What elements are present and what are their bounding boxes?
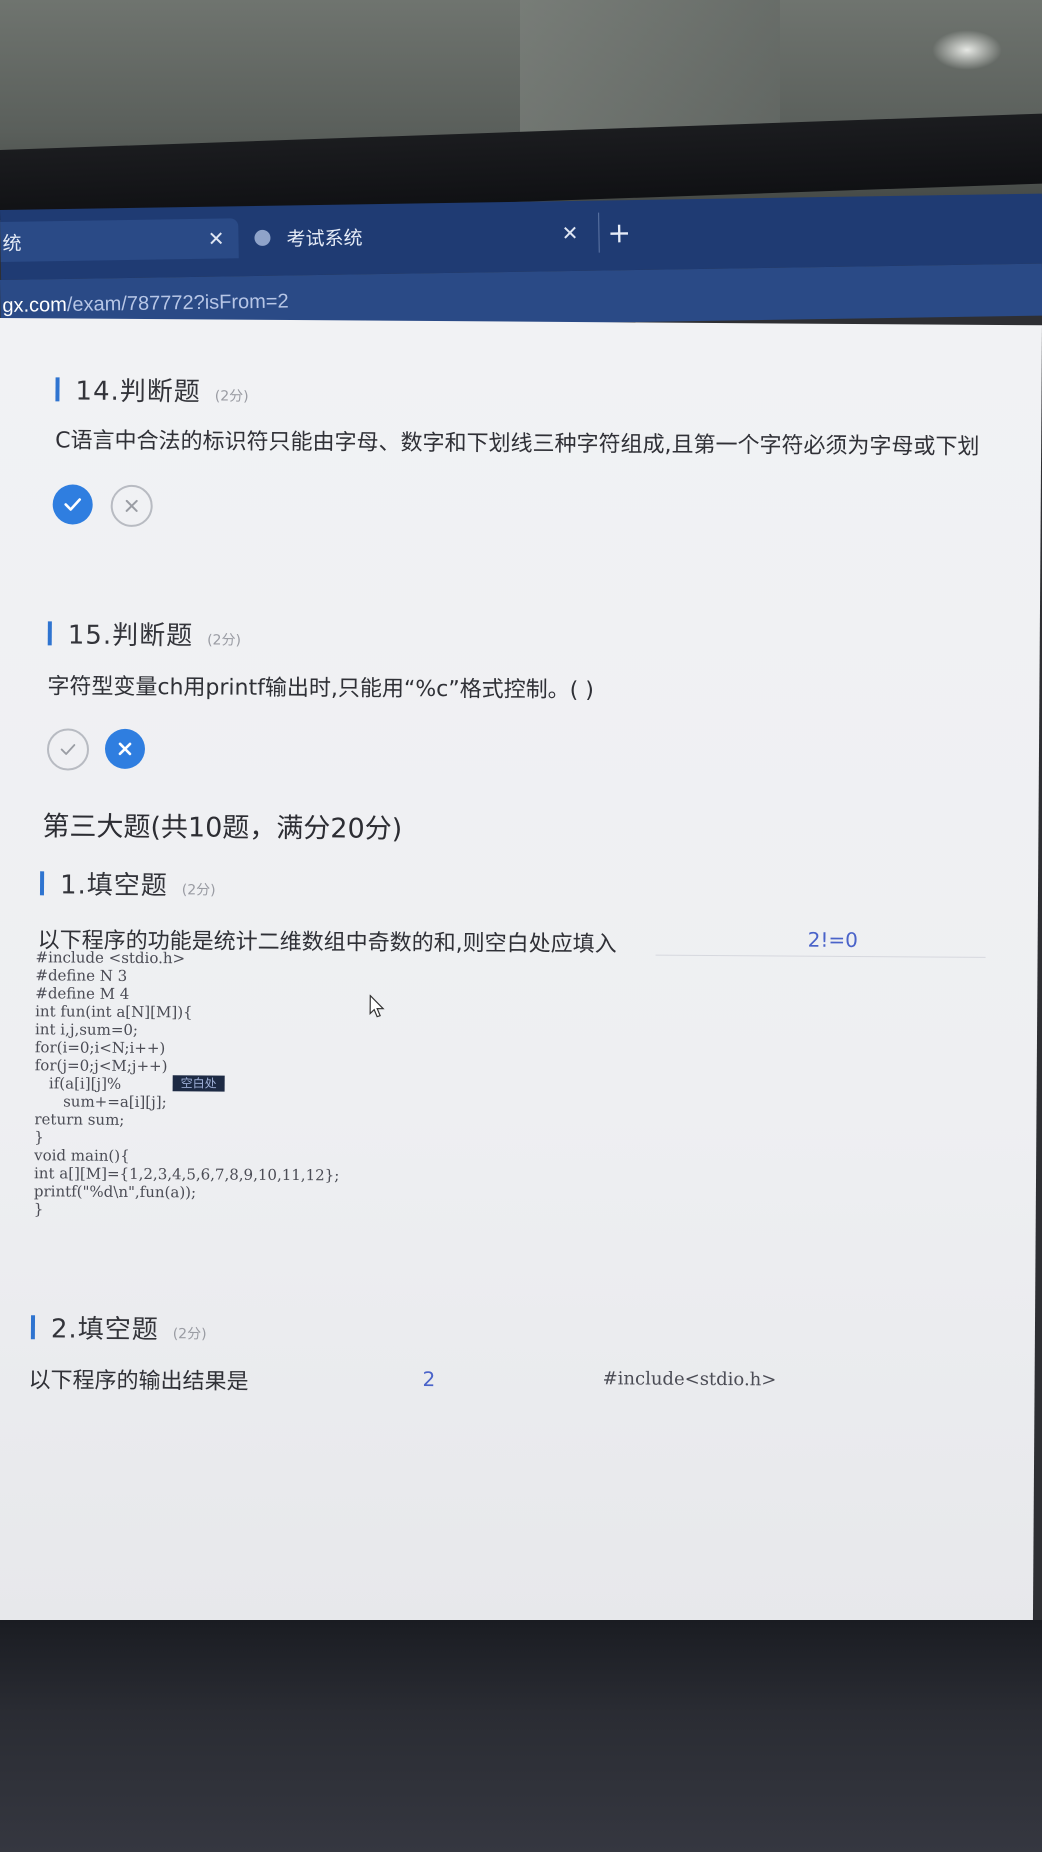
- question-15-text: 字符型变量ch用printf输出时,只能用“%c”格式控制。( ): [47, 674, 594, 704]
- question-points: (2分): [181, 882, 216, 899]
- true-option[interactable]: [46, 728, 90, 771]
- mouse-cursor-icon: [369, 994, 385, 1018]
- true-option[interactable]: [52, 484, 93, 525]
- section-bar: [47, 620, 52, 645]
- question-points: (2分): [214, 388, 249, 405]
- check-icon: [64, 498, 82, 511]
- section-title: 第三大题(共10题，满分20分): [42, 811, 403, 845]
- url-path: /exam/787772?isFrom=2: [66, 289, 289, 316]
- section-bar: [30, 1314, 36, 1339]
- question-title: 14.判断题: [75, 376, 201, 408]
- cross-icon: [125, 499, 138, 512]
- question-15-header: 15.判断题 (2分): [47, 614, 242, 652]
- url-text[interactable]: gx.com/exam/787772?isFrom=2: [0, 290, 289, 318]
- question-title: 1.填空题: [59, 870, 168, 902]
- question-14-text: C语言中合法的标识符只能由字母、数字和下划线三种字符组成,且第一个字符必须为字母…: [55, 428, 980, 460]
- question-title: 15.判断题: [67, 620, 194, 652]
- tab-active[interactable]: 统 ✕: [0, 218, 239, 262]
- exam-page: 14.判断题 (2分) C语言中合法的标识符只能由字母、数字和下划线三种字符组成…: [0, 318, 1042, 1631]
- tab-label: 考试系统: [286, 226, 363, 251]
- answer-underline: [655, 954, 986, 958]
- new-tab-button[interactable]: +: [598, 212, 632, 253]
- check-icon: [60, 744, 76, 755]
- question-points: (2分): [172, 1326, 207, 1343]
- blank-highlight: 空白处: [172, 1075, 225, 1092]
- plus-icon: +: [607, 215, 632, 249]
- monitor-bottom-bezel: [0, 1620, 1042, 1852]
- tab-label: 统: [2, 232, 22, 255]
- cross-icon: [118, 742, 132, 756]
- answer-input-value[interactable]: 2!=0: [808, 928, 858, 952]
- question-points: (2分): [207, 632, 242, 649]
- globe-icon: [254, 229, 271, 247]
- question-14-header: 14.判断题 (2分): [55, 370, 249, 408]
- close-icon[interactable]: ✕: [208, 226, 225, 250]
- section-bar: [55, 376, 60, 401]
- url-host: gx.com: [2, 293, 68, 317]
- fill-1-header: 1.填空题 (2分): [39, 864, 216, 902]
- false-option[interactable]: [104, 728, 146, 770]
- fill-2-header: 2.填空题 (2分): [30, 1308, 207, 1346]
- section-bar: [39, 870, 45, 895]
- fill-2-text: 以下程序的输出结果是: [28, 1368, 249, 1395]
- code-block-start: #include<stdio.h>: [602, 1368, 777, 1391]
- false-option[interactable]: [110, 484, 153, 528]
- tab-exam-system[interactable]: 考试系统 ✕: [248, 213, 589, 258]
- close-icon[interactable]: ✕: [561, 221, 578, 245]
- question-title: 2.填空题: [50, 1314, 159, 1346]
- answer-input-value[interactable]: 2: [423, 1367, 436, 1391]
- background-light: [932, 30, 1002, 70]
